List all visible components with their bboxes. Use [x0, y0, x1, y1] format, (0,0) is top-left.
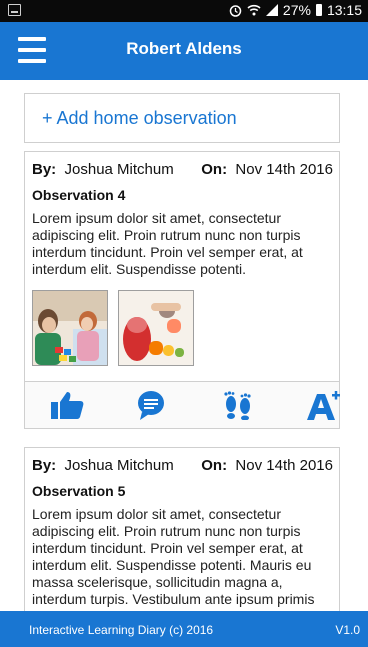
observation-meta: By: Joshua Mitchum On: Nov 14th 2016: [32, 161, 333, 178]
app-bar: Robert Aldens: [0, 22, 368, 80]
footer: Interactive Learning Diary (c) 2016 V1.0: [0, 611, 368, 647]
observation-list[interactable]: + Add home observation By: Joshua Mitchu…: [0, 80, 368, 611]
observation-actions: [25, 381, 341, 428]
observation-card: By: Joshua Mitchum On: Nov 14th 2016 Obs…: [24, 151, 340, 429]
add-observation-button[interactable]: + Add home observation: [24, 93, 340, 143]
observation-title: Observation 5: [32, 483, 126, 499]
photo-thumbnail[interactable]: [32, 290, 108, 366]
wifi-icon: [247, 4, 261, 16]
observation-body: Lorem ipsum dolor sit amet, consectetur …: [32, 506, 315, 607]
photo-thumbnail[interactable]: [118, 290, 194, 366]
thumbs-up-icon[interactable]: [49, 390, 85, 420]
observation-date: Nov 14th 2016: [235, 457, 333, 474]
observation-photos: [32, 290, 194, 366]
app-version: V1.0: [335, 623, 360, 637]
battery-icon: [315, 4, 322, 16]
screenshot-notification-icon: [8, 4, 21, 16]
observation-card: By: Joshua Mitchum On: Nov 14th 2016 Obs…: [24, 447, 340, 611]
on-label: On:: [201, 457, 228, 474]
observation-body: Lorem ipsum dolor sit amet, consectetur …: [32, 210, 303, 277]
page-title: Robert Aldens: [126, 39, 242, 58]
observation-title: Observation 4: [32, 187, 126, 203]
status-bar: 27% 13:15: [0, 0, 368, 22]
observation-meta: By: Joshua Mitchum On: Nov 14th 2016: [32, 457, 333, 474]
add-observation-label[interactable]: + Add home observation: [42, 108, 237, 129]
by-label: By:: [32, 161, 57, 178]
footprints-icon[interactable]: [220, 390, 256, 421]
observation-date: Nov 14th 2016: [235, 161, 333, 178]
grade-a-plus-icon[interactable]: [305, 390, 341, 420]
comment-icon[interactable]: [133, 390, 169, 420]
alarm-icon: [229, 4, 242, 17]
footer-copyright: Interactive Learning Diary (c) 2016: [29, 623, 214, 637]
author-name: Joshua Mitchum: [64, 161, 174, 178]
clock: 13:15: [326, 2, 362, 18]
signal-icon: [265, 4, 278, 16]
battery-percent: 27%: [282, 2, 311, 18]
status-icons: 27% 13:15: [229, 2, 362, 18]
by-label: By:: [32, 457, 57, 474]
author-name: Joshua Mitchum: [64, 457, 174, 474]
on-label: On:: [201, 161, 228, 178]
